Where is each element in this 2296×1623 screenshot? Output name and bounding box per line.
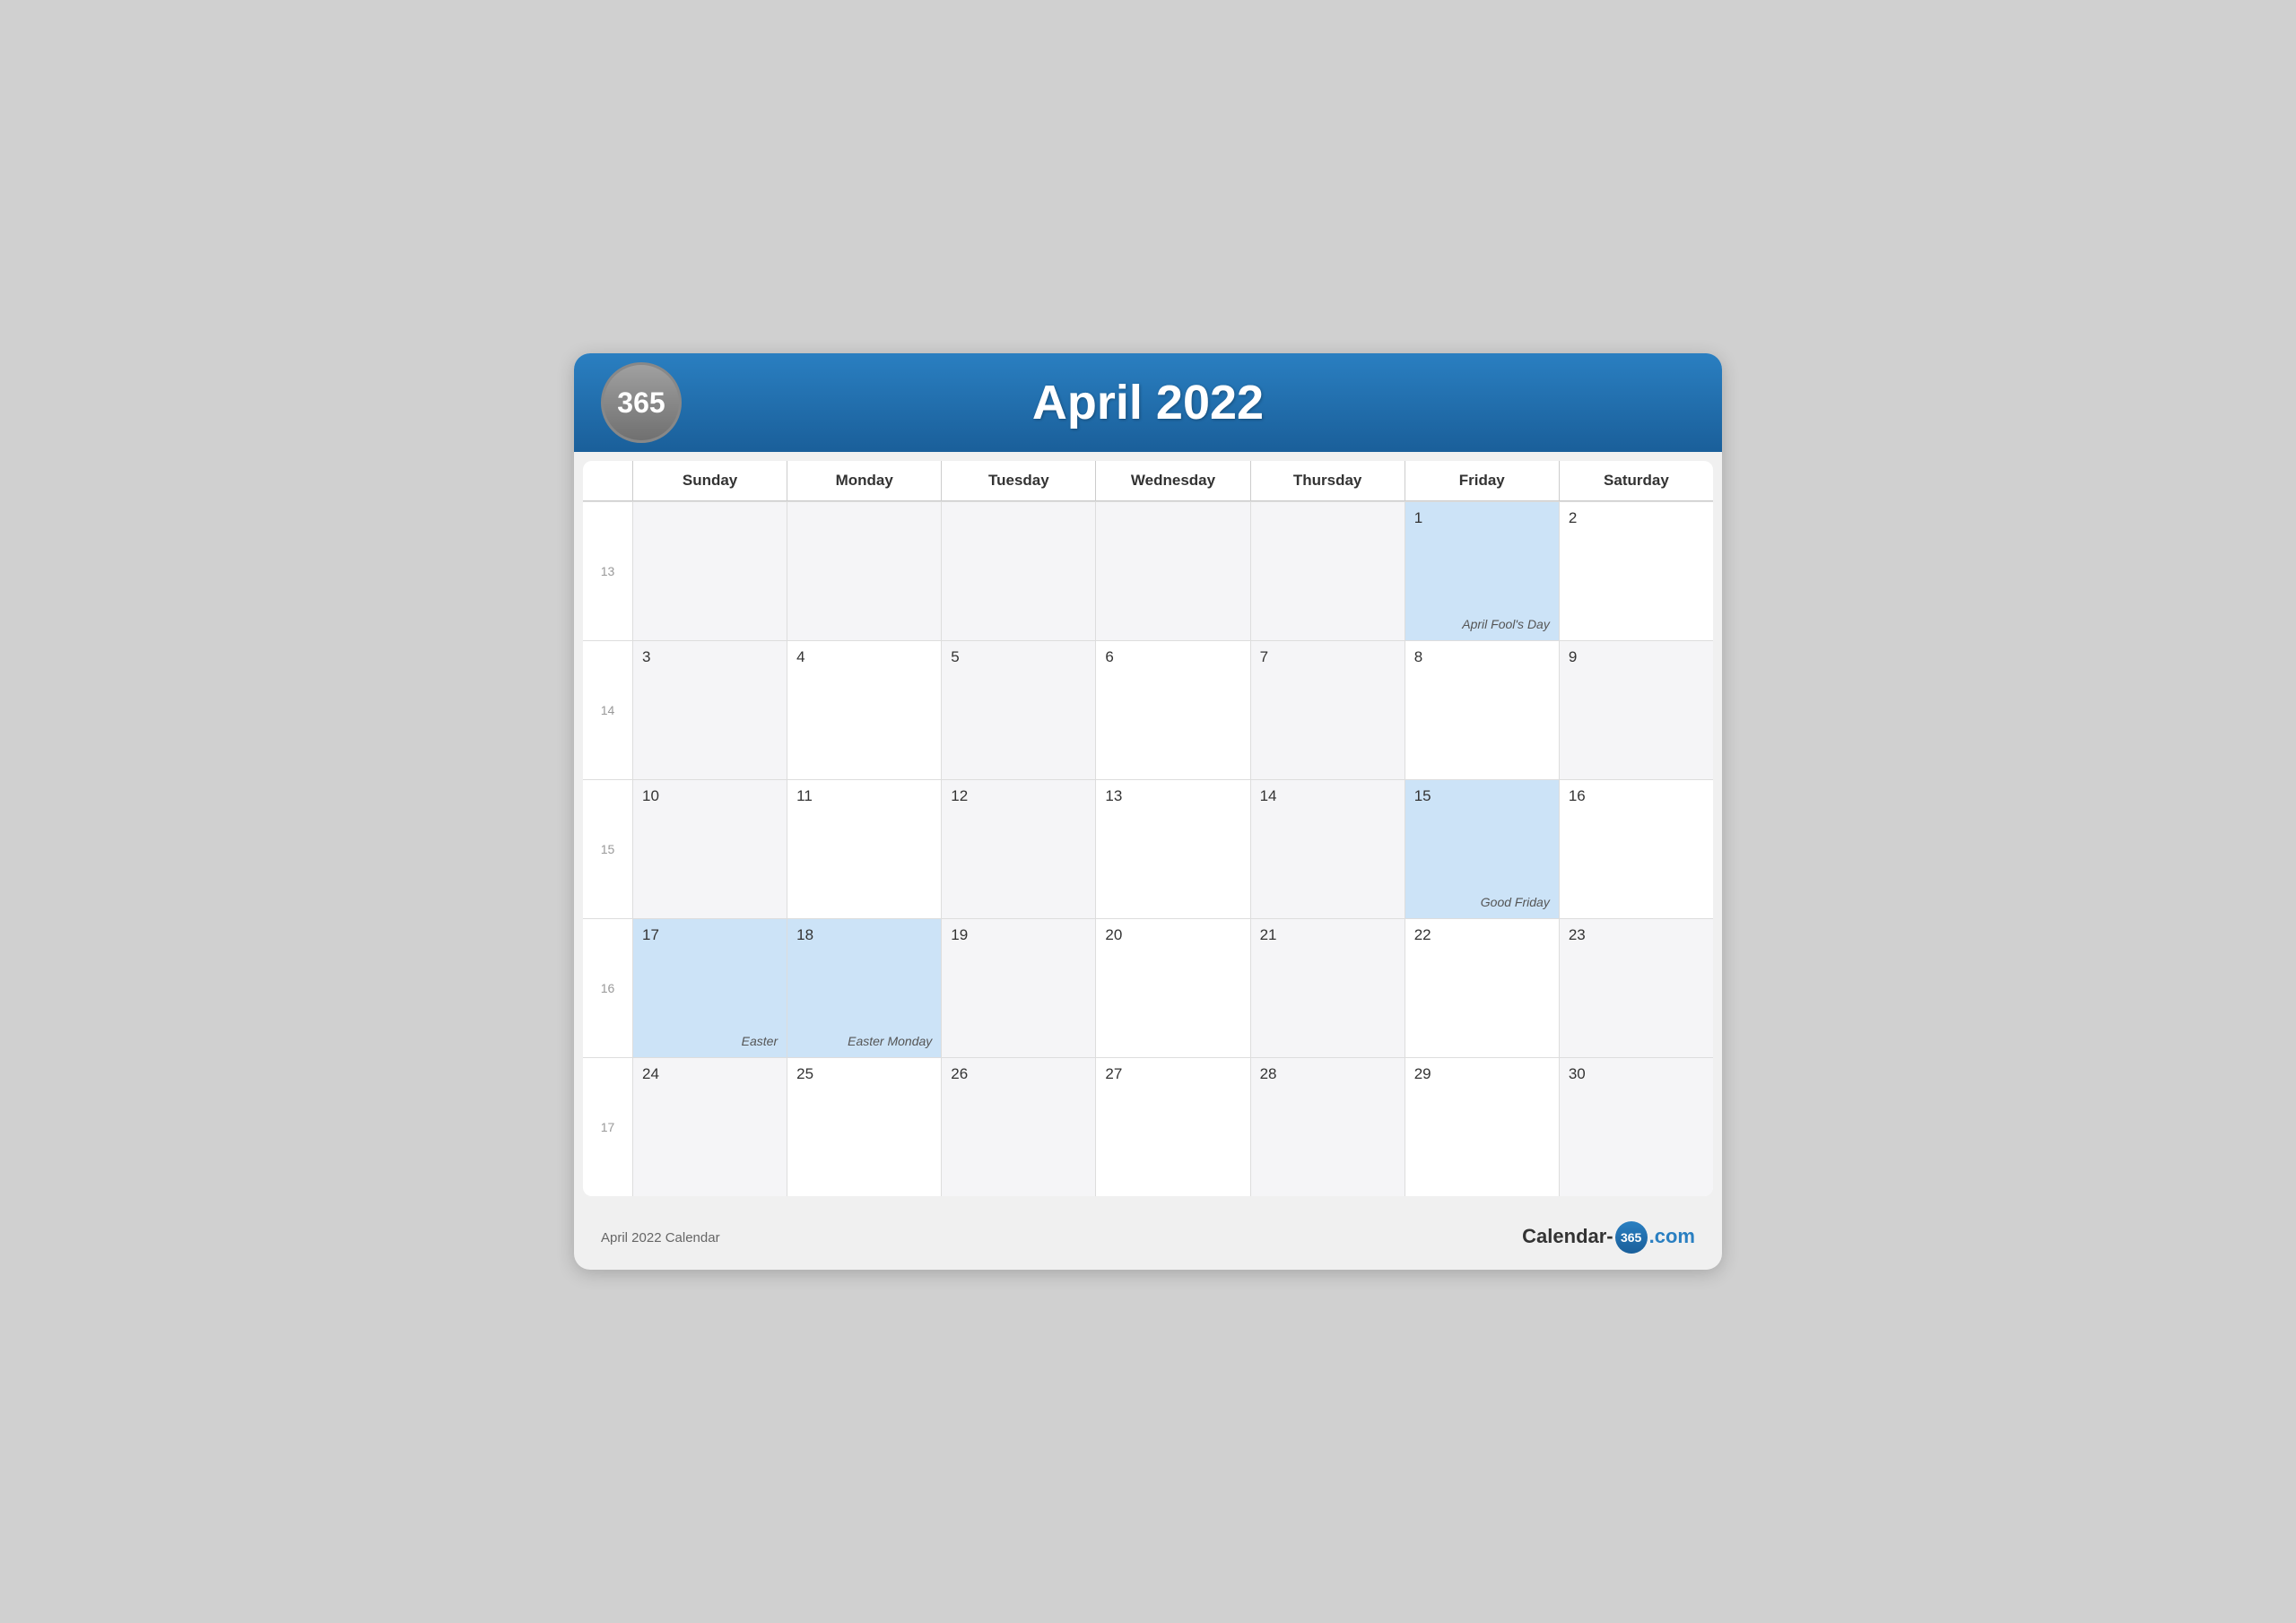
day-number: 24	[642, 1065, 659, 1082]
holiday-label-17: Easter	[742, 1034, 778, 1048]
cal-cell-26[interactable]: 26	[941, 1057, 1095, 1196]
cal-cell-24[interactable]: 24	[632, 1057, 787, 1196]
cal-cell-13[interactable]: 13	[1095, 779, 1249, 918]
cal-cell-20[interactable]: 20	[1095, 918, 1249, 1057]
cal-cell-empty-0-1[interactable]	[787, 501, 941, 640]
day-number: 3	[642, 648, 650, 665]
day-number: 22	[1414, 926, 1431, 943]
day-number: 20	[1105, 926, 1122, 943]
day-header-sunday: Sunday	[632, 461, 787, 500]
day-header-wednesday: Wednesday	[1095, 461, 1249, 500]
cal-cell-3[interactable]: 3	[632, 640, 787, 779]
cal-cell-23[interactable]: 23	[1559, 918, 1713, 1057]
calendar-container: 365 April 2022 Sunday Monday Tuesday Wed…	[574, 353, 1722, 1270]
cal-cell-16[interactable]: 16	[1559, 779, 1713, 918]
cal-cell-2[interactable]: 2	[1559, 501, 1713, 640]
day-header-monday: Monday	[787, 461, 941, 500]
day-number: 27	[1105, 1065, 1122, 1082]
cal-cell-22[interactable]: 22	[1405, 918, 1559, 1057]
day-number: 29	[1414, 1065, 1431, 1082]
day-number: 11	[796, 787, 813, 804]
week-number-15: 15	[583, 779, 632, 918]
day-number: 2	[1569, 509, 1577, 526]
day-number: 15	[1414, 787, 1431, 804]
week-number-14: 14	[583, 640, 632, 779]
cal-cell-7[interactable]: 7	[1250, 640, 1405, 779]
day-headers: Sunday Monday Tuesday Wednesday Thursday…	[583, 461, 1713, 501]
day-number: 30	[1569, 1065, 1586, 1082]
day-number: 19	[951, 926, 968, 943]
cal-cell-28[interactable]: 28	[1250, 1057, 1405, 1196]
cal-cell-empty-0-2[interactable]	[941, 501, 1095, 640]
day-number: 14	[1260, 787, 1277, 804]
day-number: 9	[1569, 648, 1577, 665]
holiday-label-18: Easter Monday	[848, 1034, 932, 1048]
calendar-header: 365 April 2022	[574, 353, 1722, 452]
cal-cell-9[interactable]: 9	[1559, 640, 1713, 779]
cal-cell-12[interactable]: 12	[941, 779, 1095, 918]
footer-brand: Calendar-365.com	[1522, 1221, 1695, 1254]
day-number: 10	[642, 787, 659, 804]
cal-cell-27[interactable]: 27	[1095, 1057, 1249, 1196]
footer-caption: April 2022 Calendar	[601, 1230, 720, 1245]
cal-cell-4[interactable]: 4	[787, 640, 941, 779]
week-num-header-spacer	[583, 461, 632, 500]
brand-365-badge: 365	[1615, 1221, 1648, 1254]
cal-cell-19[interactable]: 19	[941, 918, 1095, 1057]
cal-cell-11[interactable]: 11	[787, 779, 941, 918]
logo: 365	[601, 362, 682, 443]
day-number: 8	[1414, 648, 1422, 665]
day-number: 1	[1414, 509, 1422, 526]
day-number: 25	[796, 1065, 813, 1082]
day-number: 28	[1260, 1065, 1277, 1082]
cal-cell-empty-0-0[interactable]	[632, 501, 787, 640]
brand-dot: .com	[1649, 1225, 1695, 1247]
cal-cell-14[interactable]: 14	[1250, 779, 1405, 918]
day-number: 16	[1569, 787, 1586, 804]
brand-prefix: Calendar-	[1522, 1225, 1613, 1247]
day-number: 13	[1105, 787, 1122, 804]
cal-cell-6[interactable]: 6	[1095, 640, 1249, 779]
day-number: 18	[796, 926, 813, 943]
cal-cell-25[interactable]: 25	[787, 1057, 941, 1196]
day-header-tuesday: Tuesday	[941, 461, 1095, 500]
day-number: 4	[796, 648, 804, 665]
day-header-saturday: Saturday	[1559, 461, 1713, 500]
footer: April 2022 Calendar Calendar-365.com	[574, 1205, 1722, 1270]
calendar-title: April 2022	[601, 375, 1695, 430]
cal-cell-1[interactable]: 1 April Fool's Day	[1405, 501, 1559, 640]
cal-cell-15[interactable]: 15 Good Friday	[1405, 779, 1559, 918]
cal-cell-18[interactable]: 18 Easter Monday	[787, 918, 941, 1057]
holiday-label-1: April Fool's Day	[1462, 617, 1550, 631]
day-number: 17	[642, 926, 659, 943]
day-number: 6	[1105, 648, 1113, 665]
day-header-thursday: Thursday	[1250, 461, 1405, 500]
cal-cell-21[interactable]: 21	[1250, 918, 1405, 1057]
day-number: 23	[1569, 926, 1586, 943]
cal-cell-10[interactable]: 10	[632, 779, 787, 918]
day-number: 7	[1260, 648, 1268, 665]
day-number: 12	[951, 787, 968, 804]
holiday-label-15: Good Friday	[1481, 895, 1550, 909]
cal-cell-30[interactable]: 30	[1559, 1057, 1713, 1196]
week-number-13: 13	[583, 501, 632, 640]
cal-cell-29[interactable]: 29	[1405, 1057, 1559, 1196]
cal-cell-5[interactable]: 5	[941, 640, 1095, 779]
cal-cell-8[interactable]: 8	[1405, 640, 1559, 779]
cal-cell-empty-0-3[interactable]	[1095, 501, 1249, 640]
week-number-17: 17	[583, 1057, 632, 1196]
calendar-body: Sunday Monday Tuesday Wednesday Thursday…	[583, 461, 1713, 1196]
calendar-grid: 131April Fool's Day214345678915101112131…	[583, 501, 1713, 1196]
day-number: 21	[1260, 926, 1277, 943]
cal-cell-17[interactable]: 17 Easter	[632, 918, 787, 1057]
cal-cell-empty-0-4[interactable]	[1250, 501, 1405, 640]
day-number: 26	[951, 1065, 968, 1082]
day-header-friday: Friday	[1405, 461, 1559, 500]
week-number-16: 16	[583, 918, 632, 1057]
day-number: 5	[951, 648, 959, 665]
